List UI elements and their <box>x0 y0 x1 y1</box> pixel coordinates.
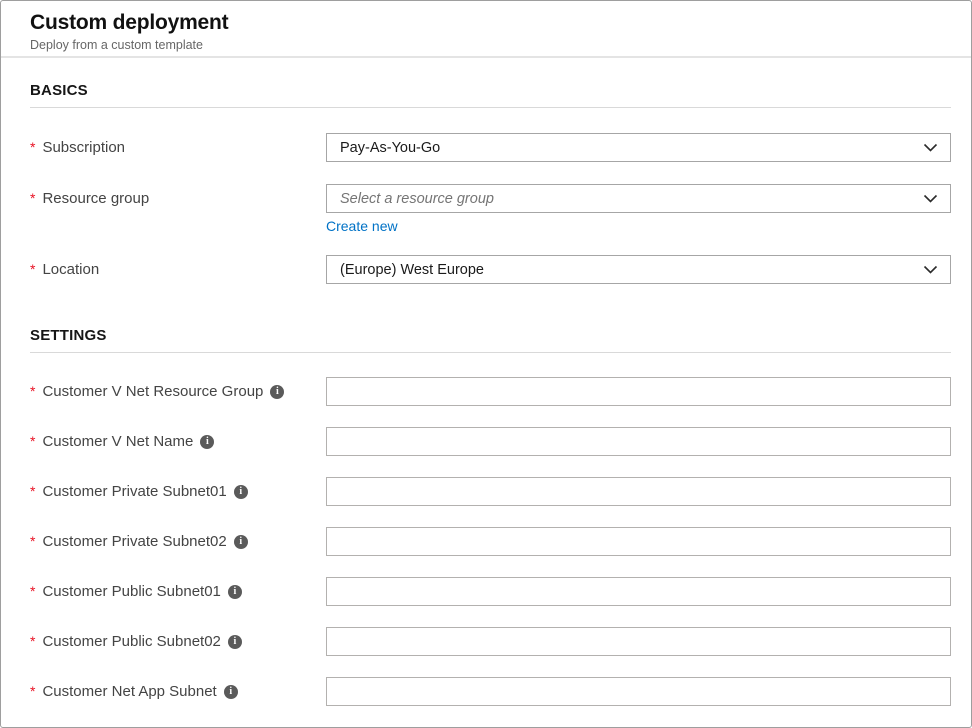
form-content: BASICS * Subscription Pay-As-You-Go * <box>1 82 971 706</box>
customer-vnet-resource-group-label: Customer V Net Resource Group <box>42 383 263 400</box>
label-group: * Customer V Net Resource Group i <box>30 383 326 400</box>
location-label: Location <box>42 261 99 278</box>
required-asterisk: * <box>30 139 35 155</box>
customer-vnet-resource-group-input[interactable] <box>326 377 951 406</box>
info-icon[interactable]: i <box>228 585 242 599</box>
required-asterisk: * <box>30 190 35 206</box>
field-row-resource-group: * Resource group Select a resource group <box>30 184 951 213</box>
page-header: Custom deployment Deploy from a custom t… <box>1 1 971 58</box>
info-icon[interactable]: i <box>270 385 284 399</box>
required-asterisk: * <box>30 533 35 549</box>
customer-vnet-name-label: Customer V Net Name <box>42 433 193 450</box>
field-row-customer-vnet-name: * Customer V Net Name i <box>30 427 951 456</box>
label-group: * Customer Public Subnet01 i <box>30 583 326 600</box>
customer-net-app-subnet-label: Customer Net App Subnet <box>42 683 216 700</box>
subscription-label-group: * Subscription <box>30 139 326 156</box>
custom-deployment-page: Custom deployment Deploy from a custom t… <box>0 0 972 728</box>
field-row-customer-public-subnet02: * Customer Public Subnet02 i <box>30 627 951 656</box>
required-asterisk: * <box>30 583 35 599</box>
field-row-customer-vnet-resource-group: * Customer V Net Resource Group i <box>30 377 951 406</box>
field-row-customer-net-app-subnet: * Customer Net App Subnet i <box>30 677 951 706</box>
label-group: * Customer Private Subnet02 i <box>30 533 326 550</box>
required-asterisk: * <box>30 433 35 449</box>
field-row-customer-private-subnet02: * Customer Private Subnet02 i <box>30 527 951 556</box>
resource-group-label-group: * Resource group <box>30 190 326 207</box>
chevron-down-icon <box>923 143 938 152</box>
customer-vnet-name-input[interactable] <box>326 427 951 456</box>
customer-private-subnet02-input[interactable] <box>326 527 951 556</box>
customer-private-subnet02-label: Customer Private Subnet02 <box>42 533 226 550</box>
required-asterisk: * <box>30 383 35 399</box>
customer-public-subnet02-input[interactable] <box>326 627 951 656</box>
label-group: * Customer Private Subnet01 i <box>30 483 326 500</box>
info-icon[interactable]: i <box>224 685 238 699</box>
resource-group-label: Resource group <box>42 190 149 207</box>
page-title: Custom deployment <box>30 10 941 36</box>
required-asterisk: * <box>30 261 35 277</box>
customer-net-app-subnet-input[interactable] <box>326 677 951 706</box>
customer-public-subnet01-label: Customer Public Subnet01 <box>42 583 220 600</box>
chevron-down-icon <box>923 265 938 274</box>
info-icon[interactable]: i <box>228 635 242 649</box>
required-asterisk: * <box>30 633 35 649</box>
label-group: * Customer V Net Name i <box>30 433 326 450</box>
required-asterisk: * <box>30 683 35 699</box>
location-value: (Europe) West Europe <box>340 262 484 278</box>
field-row-location: * Location (Europe) West Europe <box>30 255 951 284</box>
info-icon[interactable]: i <box>200 435 214 449</box>
location-dropdown[interactable]: (Europe) West Europe <box>326 255 951 284</box>
customer-private-subnet01-input[interactable] <box>326 477 951 506</box>
divider <box>30 107 951 108</box>
subscription-value: Pay-As-You-Go <box>340 140 440 156</box>
resource-group-placeholder: Select a resource group <box>340 191 494 207</box>
subscription-dropdown[interactable]: Pay-As-You-Go <box>326 133 951 162</box>
customer-public-subnet02-label: Customer Public Subnet02 <box>42 633 220 650</box>
customer-private-subnet01-label: Customer Private Subnet01 <box>42 483 226 500</box>
required-asterisk: * <box>30 483 35 499</box>
field-row-customer-private-subnet01: * Customer Private Subnet01 i <box>30 477 951 506</box>
basics-section-title: BASICS <box>30 82 951 99</box>
label-group: * Customer Public Subnet02 i <box>30 633 326 650</box>
resource-group-dropdown[interactable]: Select a resource group <box>326 184 951 213</box>
chevron-down-icon <box>923 194 938 203</box>
info-icon[interactable]: i <box>234 535 248 549</box>
field-row-subscription: * Subscription Pay-As-You-Go <box>30 133 951 162</box>
location-label-group: * Location <box>30 261 326 278</box>
label-group: * Customer Net App Subnet i <box>30 683 326 700</box>
subscription-label: Subscription <box>42 139 125 156</box>
customer-public-subnet01-input[interactable] <box>326 577 951 606</box>
page-subtitle: Deploy from a custom template <box>30 38 941 53</box>
field-row-customer-public-subnet01: * Customer Public Subnet01 i <box>30 577 951 606</box>
create-new-row: Create new <box>30 218 971 236</box>
info-icon[interactable]: i <box>234 485 248 499</box>
create-new-link[interactable]: Create new <box>326 218 398 234</box>
divider <box>30 352 951 353</box>
settings-section-title: SETTINGS <box>30 327 951 344</box>
